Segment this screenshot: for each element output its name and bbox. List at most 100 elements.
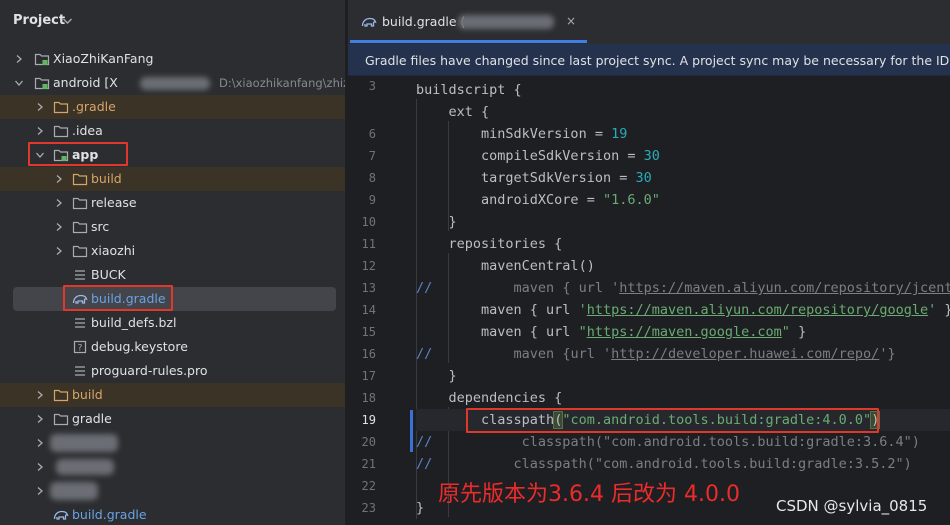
code-comment: // — [416, 434, 433, 450]
chevron-right-icon[interactable] — [14, 54, 24, 64]
tree-item-app-build-gradle[interactable]: build.gradle — [13, 285, 336, 311]
code-string: "1.6.0" — [602, 192, 660, 208]
code-line: } — [416, 365, 950, 387]
tree-item-dot-gradle[interactable]: .gradle — [0, 95, 345, 119]
code-line: androidXCore = "1.6.0" — [416, 189, 950, 211]
project-panel-title[interactable]: Project — [13, 13, 65, 28]
code-number: 30 — [635, 170, 652, 186]
code-number: 19 — [611, 126, 628, 142]
code-line: // maven {url 'http://developer.huawei.c… — [416, 343, 950, 365]
excluded-folder-icon — [53, 101, 69, 114]
code-string: " — [578, 324, 587, 340]
folder-icon — [53, 125, 69, 138]
tree-item-app[interactable]: app — [0, 142, 345, 167]
redacted-blur — [458, 15, 554, 29]
text-file-icon — [75, 318, 85, 328]
code-line: buildscript { — [416, 79, 950, 101]
tree-item-release[interactable]: release — [0, 191, 345, 215]
code-token: compileSdkVersion = — [481, 148, 644, 164]
code-line: dependencies { — [416, 387, 950, 409]
code-line: minSdkVersion = 19 — [416, 123, 950, 145]
chevron-right-icon[interactable] — [35, 486, 45, 496]
tree-item-redacted[interactable] — [0, 479, 345, 503]
gradle-elephant-icon — [53, 510, 69, 520]
module-folder-icon — [34, 53, 50, 66]
code-token: maven { url — [481, 324, 579, 340]
code-comment: maven {url ' — [513, 346, 612, 362]
code-comment: // — [416, 280, 433, 296]
editor-tab-bar: build.gradle ( × — [348, 0, 950, 44]
code-line: mavenCentral() — [416, 255, 950, 277]
chevron-right-icon[interactable] — [54, 246, 64, 256]
code-line: targetSdkVersion = 30 — [416, 167, 950, 189]
chevron-right-icon[interactable] — [54, 222, 64, 232]
chevron-right-icon[interactable] — [54, 198, 64, 208]
chevron-right-icon[interactable] — [35, 390, 45, 400]
project-panel: Project XiaoZhiKanFang android [X D:\xia… — [0, 0, 345, 525]
tree-item-android[interactable]: android [X D:\xiaozhikanfang\zhiz — [0, 71, 345, 95]
code-url[interactable]: https://maven.google.com — [587, 324, 782, 340]
banner-message: Gradle files have changed since last pro… — [365, 53, 950, 68]
tree-item-proguard-rules[interactable]: proguard-rules.pro — [0, 359, 345, 383]
tree-item-idea[interactable]: .idea — [0, 119, 345, 143]
code-url[interactable]: https://maven.aliyun.com/repository/goog… — [587, 302, 928, 318]
tree-item-buck[interactable]: BUCK — [0, 263, 345, 287]
chevron-right-icon[interactable] — [35, 102, 45, 112]
tree-item-label: .idea — [72, 123, 103, 138]
code-comment: classpath("com.android.tools.build:gradl… — [521, 434, 920, 450]
code-line: // maven { url 'https://maven.aliyun.com… — [416, 277, 950, 299]
code-line: ext { — [416, 101, 950, 123]
tree-item-xiaozhikanfang[interactable]: XiaoZhiKanFang — [0, 47, 345, 71]
tree-item-label: XiaoZhiKanFang — [53, 51, 154, 66]
tree-item-root-build[interactable]: build — [0, 383, 345, 407]
tree-item-gradle-folder[interactable]: gradle — [0, 407, 345, 431]
code-token: maven { url — [481, 302, 579, 318]
gradle-elephant-icon — [361, 17, 377, 27]
folder-icon — [72, 197, 88, 210]
code-token: } — [789, 324, 807, 340]
chevron-right-icon[interactable] — [35, 414, 45, 424]
code-line: compileSdkVersion = 30 — [416, 145, 950, 167]
active-tab-indicator — [350, 40, 587, 43]
code-line: // classpath("com.android.tools.build:gr… — [416, 453, 950, 475]
chevron-right-icon[interactable] — [35, 438, 45, 448]
tree-item-label: build — [72, 387, 103, 402]
folder-icon — [72, 221, 88, 234]
tree-item-src[interactable]: src — [0, 215, 345, 239]
code-token: buildscript { — [416, 82, 522, 98]
tab-build-gradle[interactable]: build.gradle ( × — [348, 0, 588, 44]
text-caret — [879, 412, 881, 428]
tree-item-label: build — [91, 171, 122, 186]
tree-item-redacted[interactable] — [0, 455, 345, 479]
excluded-folder-icon — [53, 389, 69, 402]
tree-item-root-build-gradle[interactable]: build.gradle — [0, 503, 345, 525]
text-file-icon — [75, 270, 85, 280]
code-token: ext { — [448, 104, 490, 120]
tab-label: build.gradle ( — [382, 14, 466, 29]
tree-item-label: xiaozhi — [91, 243, 136, 258]
tree-item-app-build[interactable]: build — [0, 167, 345, 191]
tree-item-debug-keystore[interactable]: ? debug.keystore — [0, 335, 345, 359]
code-area[interactable]: buildscript { ext { minSdkVersion = 19 c… — [348, 77, 950, 525]
tree-item-label: android [X — [53, 75, 118, 90]
tree-item-label: build_defs.bzl — [91, 315, 177, 330]
close-icon[interactable]: × — [566, 14, 576, 28]
tree-item-xiaozhi[interactable]: xiaozhi — [0, 239, 345, 263]
chevron-down-icon[interactable] — [14, 78, 24, 88]
code-line: repositories { — [416, 233, 950, 255]
tree-item-redacted[interactable] — [0, 431, 345, 455]
tree-item-build-defs[interactable]: build_defs.bzl — [0, 311, 345, 335]
chevron-right-icon[interactable] — [54, 174, 64, 184]
code-token: dependencies { — [448, 390, 563, 406]
tree-item-label: BUCK — [91, 267, 126, 282]
highlight-box — [28, 142, 128, 166]
code-line: maven { url 'https://maven.aliyun.com/re… — [416, 299, 950, 321]
chevron-down-icon[interactable] — [62, 17, 73, 25]
module-folder-icon — [34, 77, 50, 90]
folder-icon — [72, 245, 88, 258]
chevron-right-icon[interactable] — [35, 462, 45, 472]
highlight-box — [63, 285, 173, 311]
code-token: } — [416, 500, 425, 516]
svg-text:?: ? — [78, 344, 83, 354]
chevron-right-icon[interactable] — [35, 126, 45, 136]
